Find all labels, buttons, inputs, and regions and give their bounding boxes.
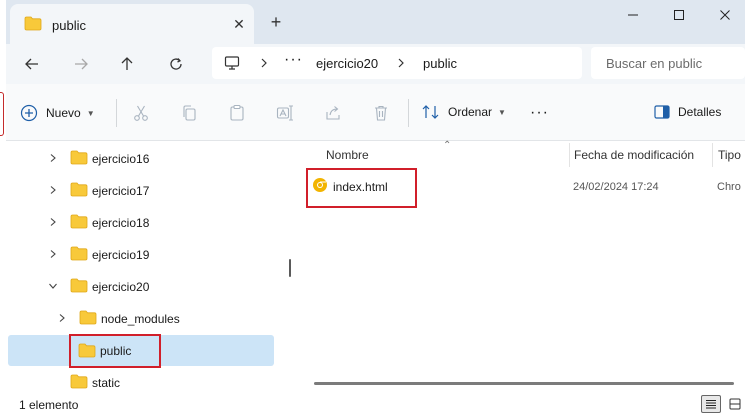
refresh-button[interactable] xyxy=(162,50,190,78)
file-date: 24/02/2024 17:24 xyxy=(573,181,659,193)
item-count: 1 elemento xyxy=(19,398,79,412)
horizontal-scrollbar[interactable] xyxy=(314,382,734,385)
tree-item-ejercicio16[interactable]: ejercicio16 xyxy=(6,144,284,172)
chevron-down-icon: ▼ xyxy=(86,108,95,118)
tree-item-label: ejercicio17 xyxy=(92,184,150,198)
sort-label: Ordenar xyxy=(448,105,493,119)
minimize-button[interactable] xyxy=(610,0,656,30)
details-pane-icon xyxy=(654,105,670,119)
cut-icon[interactable] xyxy=(132,104,150,122)
plus-circle-icon xyxy=(20,104,38,122)
column-divider[interactable] xyxy=(569,143,570,167)
folder-icon xyxy=(70,214,88,229)
pane-splitter[interactable] xyxy=(285,141,295,393)
address-row: ··· ejercicio20 public Buscar en public xyxy=(6,44,745,84)
new-tab-button[interactable]: + xyxy=(264,10,288,34)
file-explorer-window: public ✕ + ··· ejercicio20 public Buscar… xyxy=(6,0,745,416)
tiles-view-button[interactable] xyxy=(725,395,745,413)
maximize-button[interactable] xyxy=(656,0,702,30)
share-icon[interactable] xyxy=(324,104,342,122)
tree-item-label: node_modules xyxy=(101,312,180,326)
command-bar: Nuevo ▼ Ordenar ▼ ··· Detalles xyxy=(6,84,745,141)
column-header-date[interactable]: Fecha de modificación xyxy=(574,148,694,162)
chevron-right-icon xyxy=(50,218,56,226)
sort-icon xyxy=(422,105,439,119)
folder-icon xyxy=(70,182,88,197)
paste-icon[interactable] xyxy=(228,104,246,122)
divider xyxy=(408,99,409,127)
rename-icon[interactable] xyxy=(276,104,294,122)
list-view-icon xyxy=(706,400,716,409)
highlight-box xyxy=(69,334,161,368)
tree-item-ejercicio19[interactable]: ejercicio19 xyxy=(6,240,284,268)
arrow-right-icon xyxy=(75,58,88,70)
title-bar: public ✕ + xyxy=(6,0,745,44)
details-button[interactable]: Detalles xyxy=(654,105,721,119)
search-placeholder: Buscar en public xyxy=(606,56,703,71)
tree-item-ejercicio17[interactable]: ejercicio17 xyxy=(6,176,284,204)
tree-item-label: static xyxy=(92,376,121,390)
file-type: Chro xyxy=(717,181,741,193)
highlight-box xyxy=(306,168,417,208)
details-view-button[interactable] xyxy=(701,395,721,413)
details-label: Detalles xyxy=(678,105,722,119)
tree-item-node-modules[interactable]: node_modules xyxy=(6,304,284,332)
divider xyxy=(116,99,117,127)
tree-item-label: ejercicio18 xyxy=(92,216,150,230)
file-list: ⌃ Nombre Fecha de modificación Tipo inde… xyxy=(295,140,745,393)
chevron-right-icon xyxy=(398,58,404,68)
close-tab-icon[interactable]: ✕ xyxy=(228,13,250,35)
tab-title: public xyxy=(52,18,86,33)
chevron-right-icon xyxy=(59,314,65,322)
chevron-down-icon xyxy=(49,283,57,289)
copy-icon[interactable] xyxy=(180,104,198,122)
folder-icon xyxy=(79,310,97,325)
tree-item-ejercicio20[interactable]: ejercicio20 xyxy=(6,272,284,300)
back-button[interactable] xyxy=(18,50,46,78)
chevron-down-icon: ▼ xyxy=(498,107,506,117)
chevron-right-icon xyxy=(261,58,267,68)
close-window-button[interactable] xyxy=(702,0,745,30)
arrow-up-icon xyxy=(121,57,133,70)
refresh-icon xyxy=(170,58,182,70)
search-input[interactable]: Buscar en public xyxy=(591,47,745,79)
computer-icon xyxy=(224,55,240,74)
delete-icon[interactable] xyxy=(372,104,390,122)
folder-icon xyxy=(24,16,42,34)
chevron-right-icon xyxy=(50,154,56,162)
navigation-pane: ejercicio16 ejercicio17 ejercicio18 ejer… xyxy=(6,141,284,393)
sort-button[interactable]: Ordenar ▼ xyxy=(422,104,506,120)
folder-icon xyxy=(70,150,88,165)
address-bar[interactable]: ··· ejercicio20 public xyxy=(212,47,582,79)
column-header-name[interactable]: Nombre xyxy=(326,148,369,162)
tab-public[interactable]: public ✕ xyxy=(10,4,254,44)
tree-item-ejercicio18[interactable]: ejercicio18 xyxy=(6,208,284,236)
folder-icon xyxy=(70,374,88,389)
tiles-view-icon xyxy=(729,398,741,410)
chevron-right-icon xyxy=(50,250,56,258)
more-options-button[interactable]: ··· xyxy=(530,104,549,122)
arrow-left-icon xyxy=(25,58,38,70)
chevron-right-icon xyxy=(50,186,56,194)
sort-caret-icon: ⌃ xyxy=(443,140,452,151)
column-divider[interactable] xyxy=(712,143,713,167)
breadcrumb-public[interactable]: public xyxy=(423,56,457,71)
forward-button[interactable] xyxy=(67,50,95,78)
folder-icon xyxy=(70,278,88,293)
tree-item-label: ejercicio16 xyxy=(92,152,150,166)
new-label: Nuevo xyxy=(46,106,81,120)
new-button[interactable]: Nuevo ▼ xyxy=(20,100,95,126)
tree-item-label: ejercicio20 xyxy=(92,280,150,294)
folder-icon xyxy=(70,246,88,261)
breadcrumb-ejercicio20[interactable]: ejercicio20 xyxy=(316,56,378,71)
status-bar: 1 elemento xyxy=(6,393,745,416)
column-header-type[interactable]: Tipo xyxy=(718,148,741,162)
tree-item-static[interactable]: static xyxy=(6,368,284,396)
tree-item-label: ejercicio19 xyxy=(92,248,150,262)
breadcrumb-overflow[interactable]: ··· xyxy=(284,51,303,69)
up-button[interactable] xyxy=(113,50,141,78)
